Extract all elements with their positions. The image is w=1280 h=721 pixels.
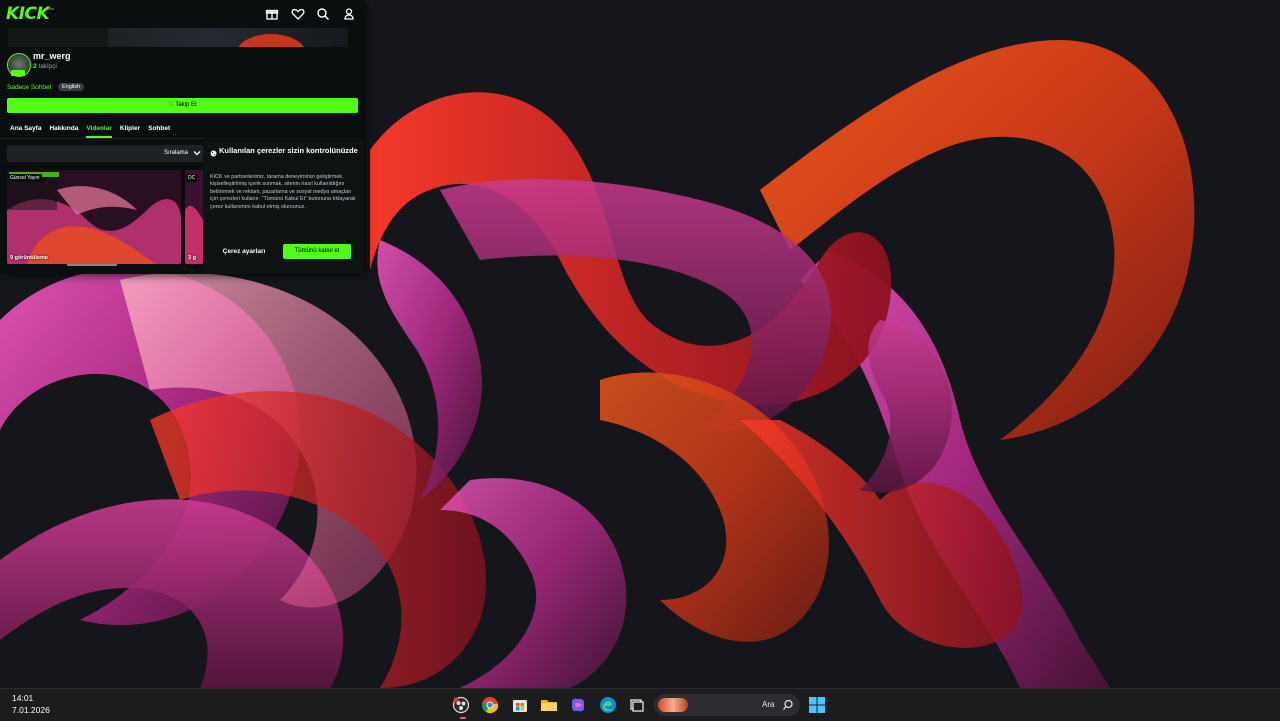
edge-icon[interactable] (599, 696, 617, 714)
accept-all-cookies-button[interactable]: Tümünü kabul et (283, 244, 351, 259)
avatar-badge (11, 70, 25, 76)
video-tag: DC (186, 174, 198, 182)
copilot-icon[interactable] (569, 696, 587, 714)
heart-icon: ♡ (168, 102, 174, 108)
kick-browser-window: KICK beta mr_werg 2 takipçi Sadece Sohbe… (0, 0, 364, 274)
channel-tabs: Ana Sayfa Hakkında Videolar Klipler Sohb… (10, 125, 170, 138)
chat-mode-label: Sadece Sohbet (7, 84, 52, 91)
sort-dropdown-label[interactable]: Sıralama (164, 150, 188, 156)
clock-time[interactable]: 14:01 (12, 693, 33, 703)
chevron-down-icon[interactable] (193, 149, 201, 157)
video-views: 9 görüntüleme (10, 255, 48, 261)
file-explorer-icon[interactable] (540, 696, 558, 714)
cookie-settings-button[interactable]: Çerez ayarları (210, 244, 278, 259)
windows-start-icon[interactable] (808, 696, 826, 714)
search-highlight-image (658, 698, 688, 712)
heart-icon[interactable] (291, 7, 305, 21)
tab-home[interactable]: Ana Sayfa (10, 125, 41, 137)
top-nav: KICK beta (0, 0, 364, 28)
video-tag: Güncel Yayın (8, 174, 42, 182)
beta-label: beta (46, 6, 54, 11)
taskbar: 14:01 7.01.2026 Ara (0, 688, 1280, 721)
tab-about[interactable]: Hakkında (49, 125, 78, 137)
banner-left-image (8, 28, 108, 47)
kick-logo[interactable]: KICK (6, 4, 50, 24)
gift-icon[interactable] (265, 7, 279, 21)
obs-icon[interactable] (452, 696, 470, 714)
cookie-dialog-body: KICK ve partnerlerimiz, tarama deneyimin… (210, 174, 356, 210)
video-views: 3 g (188, 255, 196, 261)
banner-graphic (236, 34, 306, 47)
store-icon[interactable] (511, 696, 529, 714)
followers-count: 2 takipçi (33, 63, 57, 70)
follow-button[interactable]: ♡ Takip Et (7, 98, 358, 113)
cookie-icon (210, 150, 217, 157)
taskbar-search-box[interactable]: Ara (654, 694, 800, 716)
task-view-icon[interactable] (628, 696, 646, 714)
search-icon (783, 699, 793, 710)
language-badge[interactable]: English (58, 83, 85, 91)
active-app-indicator (460, 717, 466, 719)
carousel-indicator (67, 264, 117, 266)
channel-username[interactable]: mr_werg (33, 51, 71, 61)
follow-button-label: Takip Et (175, 102, 197, 108)
clock-date[interactable]: 7.01.2026 (12, 705, 50, 715)
channel-banner (8, 28, 348, 47)
tab-clips[interactable]: Klipler (120, 125, 140, 137)
user-icon[interactable] (342, 7, 356, 21)
tab-chat[interactable]: Sohbet (148, 125, 170, 137)
video-card[interactable]: Güncel Yayın 9 görüntüleme (7, 170, 181, 264)
video-thumbnail (185, 170, 203, 264)
cookie-dialog-title: Kullanılan çerezler sizin kontrolünüzde (219, 146, 358, 155)
search-label: Ara (762, 700, 775, 709)
tab-videos[interactable]: Videolar (86, 125, 112, 138)
video-thumbnail (7, 170, 181, 264)
search-icon[interactable] (316, 7, 330, 21)
followers-label: takipçi (38, 63, 57, 70)
video-card[interactable]: DC 3 g (185, 170, 203, 264)
chrome-icon[interactable] (481, 696, 499, 714)
followers-number: 2 (33, 63, 37, 70)
cookie-consent-dialog: Kullanılan çerezler sizin kontrolünüzde … (203, 138, 364, 274)
